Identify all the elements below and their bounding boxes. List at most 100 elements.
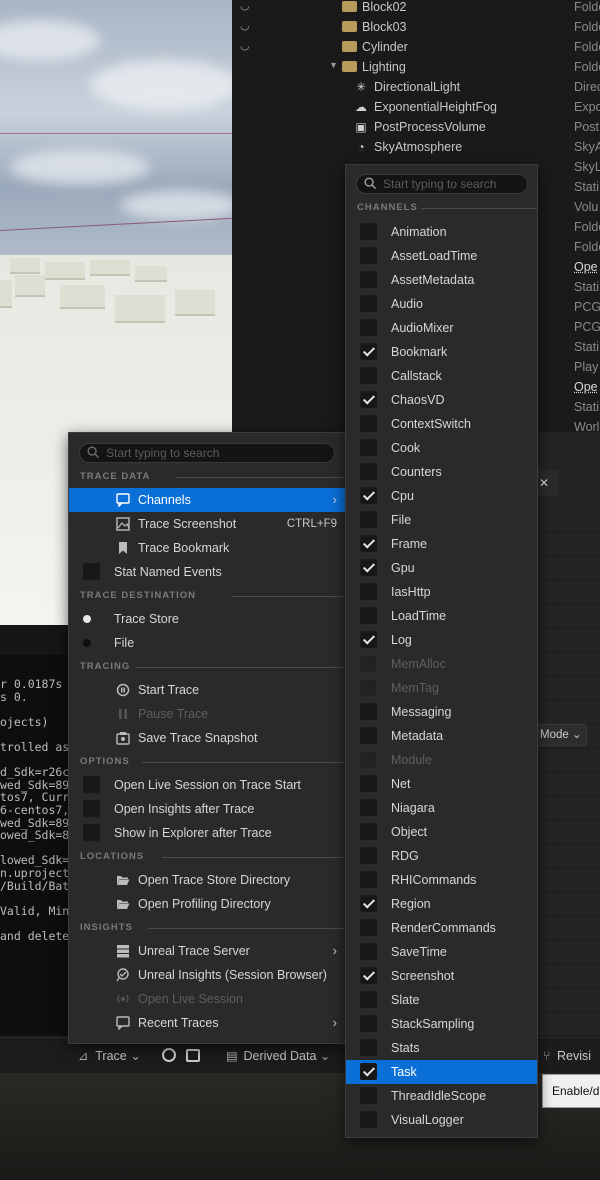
channel-checkbox[interactable] bbox=[360, 1015, 377, 1032]
channel-item-cpu[interactable]: Cpu bbox=[346, 484, 537, 508]
visibility-eye-icon[interactable]: ◡ bbox=[240, 0, 250, 12]
channel-checkbox[interactable] bbox=[360, 487, 377, 504]
channel-checkbox[interactable] bbox=[360, 535, 377, 552]
menu-item-unreal-insights[interactable]: Unreal Insights (Session Browser) bbox=[69, 963, 345, 987]
channel-checkbox[interactable] bbox=[360, 439, 377, 456]
channel-item-screenshot[interactable]: Screenshot bbox=[346, 964, 537, 988]
channel-item-assetloadtime[interactable]: AssetLoadTime bbox=[346, 244, 537, 268]
channel-checkbox[interactable] bbox=[360, 415, 377, 432]
channel-checkbox[interactable] bbox=[360, 895, 377, 912]
channel-item-audio[interactable]: Audio bbox=[346, 292, 537, 316]
file-radio[interactable] bbox=[83, 639, 91, 647]
channel-checkbox[interactable] bbox=[360, 943, 377, 960]
trace-menu-search[interactable] bbox=[79, 443, 335, 463]
channel-item-stacksampling[interactable]: StackSampling bbox=[346, 1012, 537, 1036]
outliner-row[interactable]: ◔ SkyAtmosphere SkyA bbox=[232, 137, 600, 157]
menu-item-unreal-trace-server[interactable]: Unreal Trace Server › bbox=[69, 939, 345, 963]
channels-menu-search[interactable] bbox=[356, 174, 528, 194]
stat-named-events-checkbox[interactable] bbox=[83, 563, 100, 580]
channel-item-frame[interactable]: Frame bbox=[346, 532, 537, 556]
search-input[interactable] bbox=[383, 176, 519, 192]
channel-item-gpu[interactable]: Gpu bbox=[346, 556, 537, 580]
channel-checkbox[interactable] bbox=[360, 799, 377, 816]
show-in-explorer-checkbox[interactable] bbox=[83, 824, 100, 841]
channel-checkbox[interactable] bbox=[360, 703, 377, 720]
channel-item-region[interactable]: Region bbox=[346, 892, 537, 916]
channel-checkbox[interactable] bbox=[360, 631, 377, 648]
channel-item-iashttp[interactable]: IasHttp bbox=[346, 580, 537, 604]
channel-checkbox[interactable] bbox=[360, 823, 377, 840]
channel-checkbox[interactable] bbox=[360, 295, 377, 312]
channel-item-net[interactable]: Net bbox=[346, 772, 537, 796]
channel-item-metadata[interactable]: Metadata bbox=[346, 724, 537, 748]
menu-item-trace-bookmark[interactable]: Trace Bookmark bbox=[69, 536, 345, 560]
channel-checkbox[interactable] bbox=[360, 775, 377, 792]
channel-item-audiomixer[interactable]: AudioMixer bbox=[346, 316, 537, 340]
menu-item-open-insights-after-trace[interactable]: Open Insights after Trace bbox=[69, 797, 345, 821]
visibility-eye-icon[interactable]: ◡ bbox=[240, 39, 250, 52]
channel-item-bookmark[interactable]: Bookmark bbox=[346, 340, 537, 364]
channel-item-savetime[interactable]: SaveTime bbox=[346, 940, 537, 964]
trace-store-radio[interactable] bbox=[83, 615, 91, 623]
menu-item-trace-store[interactable]: Trace Store bbox=[69, 607, 345, 631]
menu-item-open-profiling-dir[interactable]: Open Profiling Directory bbox=[69, 892, 345, 916]
revision-control-button[interactable]: ⑂ Revisi bbox=[543, 1046, 591, 1066]
channel-item-visuallogger[interactable]: VisualLogger bbox=[346, 1108, 537, 1132]
trace-dropdown-button[interactable]: ⊿ Trace ⌄ bbox=[78, 1046, 141, 1066]
screenshot-trace-icon[interactable] bbox=[186, 1046, 200, 1066]
channel-checkbox[interactable] bbox=[360, 1063, 377, 1080]
channel-checkbox[interactable] bbox=[360, 223, 377, 240]
channel-item-assetmetadata[interactable]: AssetMetadata bbox=[346, 268, 537, 292]
outliner-row[interactable]: ◡ Block03 Folde bbox=[232, 17, 600, 37]
outliner-row[interactable]: ▼ Lighting Folde bbox=[232, 57, 600, 77]
channel-checkbox[interactable] bbox=[360, 343, 377, 360]
channel-item-rdg[interactable]: RDG bbox=[346, 844, 537, 868]
channel-item-chaosvd[interactable]: ChaosVD bbox=[346, 388, 537, 412]
channel-checkbox[interactable] bbox=[360, 1111, 377, 1128]
channel-item-file[interactable]: File bbox=[346, 508, 537, 532]
derived-data-button[interactable]: ▤ Derived Data ⌄ bbox=[226, 1046, 330, 1066]
outliner-row[interactable]: ◡ Cylinder Folde bbox=[232, 37, 600, 57]
channel-item-threadidlescope[interactable]: ThreadIdleScope bbox=[346, 1084, 537, 1108]
menu-item-stat-named-events[interactable]: Stat Named Events bbox=[69, 560, 345, 584]
channel-checkbox[interactable] bbox=[360, 583, 377, 600]
outliner-row[interactable]: ☁ ExponentialHeightFog Expo bbox=[232, 97, 600, 117]
channel-item-log[interactable]: Log bbox=[346, 628, 537, 652]
channel-item-stats[interactable]: Stats bbox=[346, 1036, 537, 1060]
channel-checkbox[interactable] bbox=[360, 1087, 377, 1104]
channel-checkbox[interactable] bbox=[360, 967, 377, 984]
menu-item-file[interactable]: File bbox=[69, 631, 345, 655]
menu-item-open-trace-store-dir[interactable]: Open Trace Store Directory bbox=[69, 868, 345, 892]
channel-item-contextswitch[interactable]: ContextSwitch bbox=[346, 412, 537, 436]
channel-item-niagara[interactable]: Niagara bbox=[346, 796, 537, 820]
outliner-row[interactable]: ◡ Block02 Folde bbox=[232, 0, 600, 17]
channel-checkbox[interactable] bbox=[360, 991, 377, 1008]
menu-item-open-live-session-on-start[interactable]: Open Live Session on Trace Start bbox=[69, 773, 345, 797]
expand-arrow-icon[interactable]: ▼ bbox=[329, 60, 338, 70]
channel-checkbox[interactable] bbox=[360, 511, 377, 528]
channel-checkbox[interactable] bbox=[360, 607, 377, 624]
channel-item-animation[interactable]: Animation bbox=[346, 220, 537, 244]
channel-item-loadtime[interactable]: LoadTime bbox=[346, 604, 537, 628]
mode-dropdown[interactable]: Mode ⌄ bbox=[537, 724, 587, 746]
channel-item-rendercommands[interactable]: RenderCommands bbox=[346, 916, 537, 940]
channel-checkbox[interactable] bbox=[360, 391, 377, 408]
channel-item-cook[interactable]: Cook bbox=[346, 436, 537, 460]
channel-item-object[interactable]: Object bbox=[346, 820, 537, 844]
menu-item-save-trace-snapshot[interactable]: Save Trace Snapshot bbox=[69, 726, 345, 750]
channel-checkbox[interactable] bbox=[360, 271, 377, 288]
channel-item-callstack[interactable]: Callstack bbox=[346, 364, 537, 388]
channel-checkbox[interactable] bbox=[360, 1039, 377, 1056]
menu-item-recent-traces[interactable]: Recent Traces › bbox=[69, 1011, 345, 1035]
record-trace-icon[interactable] bbox=[162, 1046, 176, 1066]
menu-item-show-in-explorer[interactable]: Show in Explorer after Trace bbox=[69, 821, 345, 845]
outliner-row[interactable]: ▣ PostProcessVolume Post bbox=[232, 117, 600, 137]
channel-checkbox[interactable] bbox=[360, 367, 377, 384]
outliner-row[interactable]: ✳ DirectionalLight Direc bbox=[232, 77, 600, 97]
channel-checkbox[interactable] bbox=[360, 559, 377, 576]
channel-checkbox[interactable] bbox=[360, 847, 377, 864]
channel-item-task[interactable]: Task bbox=[346, 1060, 537, 1084]
open-insights-checkbox[interactable] bbox=[83, 800, 100, 817]
channel-item-rhicommands[interactable]: RHICommands bbox=[346, 868, 537, 892]
channel-checkbox[interactable] bbox=[360, 463, 377, 480]
